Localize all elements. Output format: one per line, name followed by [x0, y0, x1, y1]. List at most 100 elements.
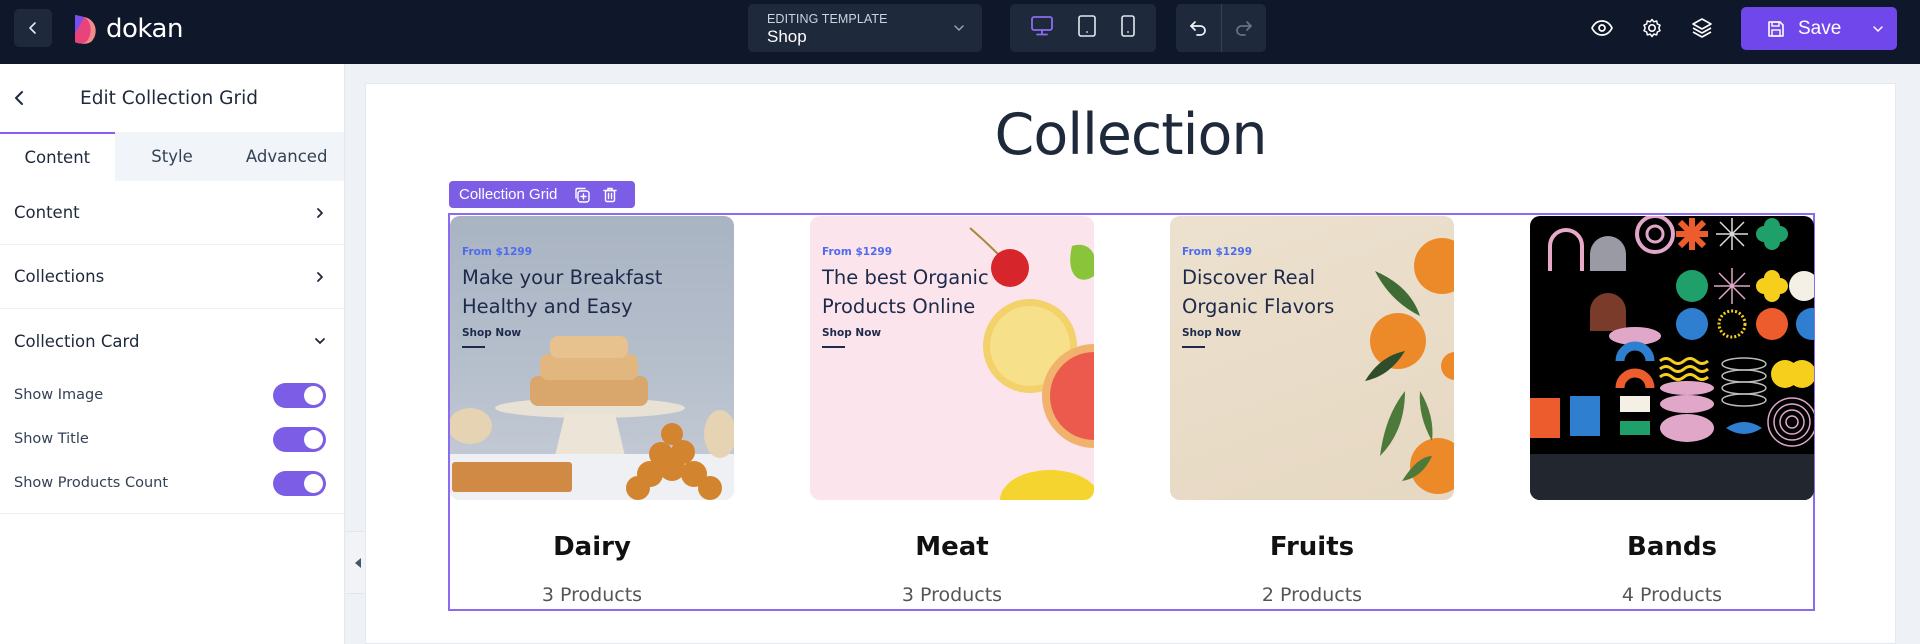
- promo-title-line: Products Online: [822, 295, 976, 318]
- collection-image[interactable]: [1530, 216, 1814, 500]
- trash-icon[interactable]: [601, 186, 619, 204]
- show-title-toggle[interactable]: [273, 426, 326, 452]
- collection-products-count: 3 Products: [541, 584, 643, 606]
- promo-title-line: Organic Flavors: [1182, 295, 1335, 318]
- collection-card-options: Show Image Show Title Show Products Coun…: [0, 373, 344, 514]
- chevron-right-icon: [317, 271, 323, 282]
- device-switcher: [1010, 4, 1156, 52]
- promo-title: Make your Breakfast Healthy and Easy: [462, 263, 662, 321]
- collection-title[interactable]: Meat: [810, 532, 1094, 562]
- tab-advanced[interactable]: Advanced: [229, 132, 344, 181]
- save-main-button[interactable]: Save: [1741, 18, 1859, 40]
- promo-title-line: The best Organic: [822, 266, 989, 289]
- collection-card-meat[interactable]: From $1299 The best Organic Products Onli…: [810, 216, 1094, 606]
- settings-sidebar: Edit Collection Grid Content Style Advan…: [0, 64, 345, 644]
- promo-title-line: Discover Real: [1182, 266, 1316, 289]
- desktop-icon: [1030, 16, 1053, 36]
- shop-now-link[interactable]: Shop Now: [462, 327, 521, 339]
- collection-products-count: 2 Products: [1261, 584, 1363, 606]
- section-collections[interactable]: Collections: [0, 245, 344, 309]
- link-underline: [1182, 346, 1205, 348]
- caret-left-icon: [354, 557, 361, 568]
- back-button[interactable]: [14, 9, 52, 47]
- collection-card-dairy[interactable]: From $1299 Make your Breakfast Healthy an…: [450, 216, 734, 606]
- section-label: Collections: [14, 267, 105, 286]
- section-content[interactable]: Content: [0, 181, 344, 245]
- page-heading[interactable]: Collection: [366, 102, 1895, 168]
- collection-image[interactable]: From $1299 The best Organic Products Onli…: [810, 216, 1094, 500]
- widget-label[interactable]: Collection Grid: [459, 186, 557, 203]
- device-tablet-button[interactable]: [1077, 14, 1097, 42]
- undo-button[interactable]: [1176, 4, 1221, 52]
- collection-products-count: 4 Products: [1621, 584, 1723, 606]
- link-underline: [822, 346, 845, 348]
- logo-text: dokan: [106, 14, 183, 44]
- chevron-down-icon: [315, 338, 325, 344]
- chevron-down-icon: [1873, 25, 1883, 32]
- dokan-logo[interactable]: dokan: [72, 13, 183, 45]
- template-label: EDITING TEMPLATE: [767, 12, 888, 26]
- link-underline: [462, 346, 485, 348]
- sidebar-header: Edit Collection Grid: [0, 64, 344, 132]
- redo-button[interactable]: [1220, 4, 1267, 52]
- save-options-button[interactable]: [1859, 22, 1897, 36]
- collection-image[interactable]: From $1299 Make your Breakfast Healthy an…: [450, 216, 734, 500]
- promo-title-line: Make your Breakfast: [462, 266, 663, 289]
- promo-banner: From $1299 Make your Breakfast Healthy an…: [462, 246, 662, 348]
- duplicate-icon[interactable]: [573, 186, 591, 204]
- collection-title[interactable]: Fruits: [1170, 532, 1454, 562]
- collection-image[interactable]: From $1299 Discover Real Organic Flavors …: [1170, 216, 1454, 500]
- collection-title[interactable]: Bands: [1530, 532, 1814, 562]
- collection-title[interactable]: Dairy: [450, 532, 734, 562]
- toggle-label: Show Products Count: [14, 475, 169, 491]
- save-label: Save: [1798, 17, 1842, 39]
- gear-icon: [1643, 18, 1661, 38]
- layers-button[interactable]: [1688, 14, 1716, 42]
- promo-price: From $1299: [822, 246, 893, 258]
- editor-canvas: Collection Collection Grid From $1299 Ma…: [365, 83, 1896, 644]
- template-select[interactable]: EDITING TEMPLATE Shop: [748, 4, 982, 52]
- sidebar-back-button[interactable]: [10, 88, 30, 108]
- history-controls: [1176, 4, 1266, 52]
- shop-now-link[interactable]: Shop Now: [822, 327, 881, 339]
- toggle-label: Show Image: [14, 387, 104, 403]
- tab-content[interactable]: Content: [0, 132, 115, 181]
- dokan-logo-icon: [75, 15, 96, 44]
- section-collection-card[interactable]: Collection Card: [0, 309, 344, 373]
- redo-icon: [1235, 21, 1252, 36]
- promo-banner: From $1299 Discover Real Organic Flavors …: [1182, 246, 1334, 348]
- collection-card-bands[interactable]: Bands 4 Products: [1530, 216, 1814, 606]
- collection-grid[interactable]: From $1299 Make your Breakfast Healthy an…: [448, 213, 1815, 611]
- eye-icon: [1591, 20, 1613, 36]
- show-image-toggle[interactable]: [273, 382, 326, 408]
- promo-price: From $1299: [462, 246, 533, 258]
- widget-toolbar: Collection Grid: [449, 181, 635, 208]
- device-desktop-button[interactable]: [1030, 15, 1054, 41]
- tablet-icon: [1078, 15, 1096, 37]
- collection-card-fruits[interactable]: From $1299 Discover Real Organic Flavors …: [1170, 216, 1454, 606]
- shop-now-link[interactable]: Shop Now: [1182, 327, 1241, 339]
- promo-price: From $1299: [1182, 246, 1253, 258]
- promo-title-line: Healthy and Easy: [462, 295, 633, 318]
- section-label: Content: [14, 203, 80, 222]
- tab-style[interactable]: Style: [115, 132, 230, 181]
- promo-banner: From $1299 The best Organic Products Onli…: [822, 246, 989, 348]
- section-label: Collection Card: [14, 331, 140, 351]
- settings-button[interactable]: [1638, 14, 1666, 42]
- save-button: Save: [1741, 7, 1897, 50]
- chevron-down-icon: [954, 25, 964, 32]
- device-mobile-button[interactable]: [1120, 14, 1136, 42]
- chevron-left-icon: [15, 91, 23, 105]
- chevron-left-icon: [29, 22, 36, 34]
- toggle-label: Show Title: [14, 431, 89, 447]
- promo-title: The best Organic Products Online: [822, 263, 989, 321]
- preview-button[interactable]: [1588, 14, 1616, 42]
- template-value: Shop: [767, 27, 807, 46]
- toggle-knob: [304, 473, 323, 493]
- toggle-knob: [304, 385, 323, 405]
- toggle-row-show-products-count: Show Products Count: [0, 461, 344, 505]
- show-products-count-toggle[interactable]: [273, 470, 326, 496]
- layers-icon: [1692, 18, 1712, 38]
- collection-products-count: 3 Products: [901, 584, 1003, 606]
- mobile-icon: [1121, 15, 1136, 37]
